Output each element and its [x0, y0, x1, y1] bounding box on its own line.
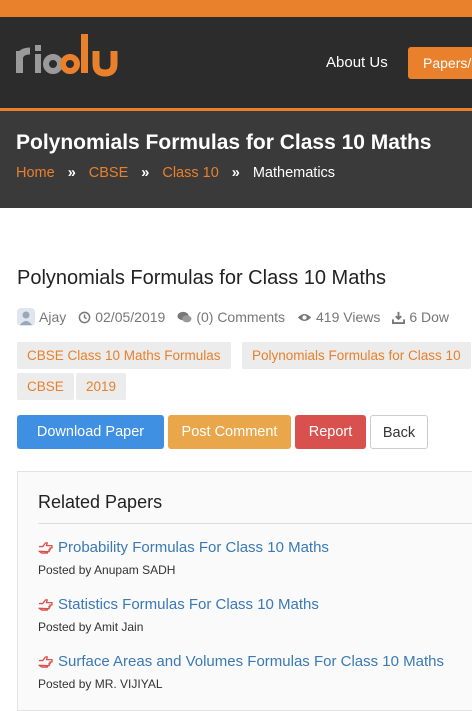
meta-downloads: 6 Dow — [392, 309, 449, 325]
breadcrumb-current: Mathematics — [252, 165, 336, 181]
eye-icon — [297, 313, 312, 321]
meta-downloads-count: 6 Dow — [409, 309, 450, 325]
page-banner: Polynomials Formulas for Class 10 Maths … — [0, 111, 472, 208]
meta-date: 02/05/2019 — [78, 309, 165, 325]
related-item-author: Posted by Anupam SADH — [38, 563, 176, 577]
breadcrumb-separator: » — [67, 165, 76, 181]
nav-papers-button[interactable]: Papers/ — [408, 47, 472, 79]
related-item-author: Posted by MR. VIJIYAL — [38, 677, 163, 691]
related-item-title: Probability Formulas For Class 10 Maths — [58, 539, 329, 556]
user-avatar-icon — [17, 308, 35, 326]
related-item-link[interactable]: Probability Formulas For Class 10 Maths — [38, 539, 329, 556]
top-accent-bar — [0, 0, 472, 17]
site-logo[interactable] — [15, 31, 126, 81]
meta-comments-count: (0) Comments — [196, 309, 285, 325]
meta-views: 419 Views — [297, 309, 380, 325]
tag-cbse-class-10-maths-formulas[interactable]: CBSE Class 10 Maths Formulas — [17, 342, 231, 369]
post-comment-button[interactable]: Post Comment — [168, 415, 291, 449]
related-item-title: Surface Areas and Volumes Formulas For C… — [58, 653, 445, 670]
page-title: Polynomials Formulas for Class 10 Maths — [17, 267, 387, 289]
meta-comments[interactable]: (0) Comments — [177, 309, 285, 325]
divider — [38, 523, 472, 524]
related-papers-panel: Related Papers Probability Formulas For … — [17, 471, 472, 711]
tag-polynomials-formulas[interactable]: Polynomials Formulas for Class 10 — [242, 342, 471, 369]
tag-cbse[interactable]: CBSE — [17, 373, 74, 400]
breadcrumb-home[interactable]: Home — [16, 165, 55, 181]
related-item: Statistics Formulas For Class 10 Maths P… — [38, 596, 319, 634]
related-papers-title: Related Papers — [38, 492, 163, 512]
download-paper-button[interactable]: Download Paper — [17, 415, 164, 449]
clock-icon — [78, 311, 91, 323]
meta-views-count: 419 Views — [316, 309, 381, 325]
nav-about-us[interactable]: About Us — [326, 54, 388, 71]
breadcrumb: Home » CBSE » Class 10 » Mathematics — [16, 165, 335, 181]
breadcrumb-cbse[interactable]: CBSE — [89, 165, 129, 181]
logo-mark-icon — [15, 34, 118, 77]
download-icon — [392, 311, 406, 324]
meta-date-value: 02/05/2019 — [95, 309, 166, 325]
report-button[interactable]: Report — [295, 415, 366, 449]
related-item-title: Statistics Formulas For Class 10 Maths — [58, 596, 319, 613]
hand-pointing-right-icon — [38, 656, 53, 668]
related-item: Probability Formulas For Class 10 Maths … — [38, 539, 329, 577]
tag-2019[interactable]: 2019 — [76, 373, 127, 400]
article-meta: Ajay 02/05/2019 (0) Comments 419 Views 6… — [17, 308, 461, 326]
banner-title: Polynomials Formulas for Class 10 Maths — [16, 131, 432, 154]
related-item: Surface Areas and Volumes Formulas For C… — [38, 653, 444, 691]
related-item-author: Posted by Amit Jain — [38, 620, 144, 634]
related-item-link[interactable]: Statistics Formulas For Class 10 Maths — [38, 596, 319, 613]
hand-pointing-right-icon — [38, 542, 53, 554]
hand-pointing-right-icon — [38, 599, 53, 611]
related-item-link[interactable]: Surface Areas and Volumes Formulas For C… — [38, 653, 444, 670]
breadcrumb-separator: » — [231, 165, 240, 181]
meta-author-name: Ajay — [39, 309, 67, 325]
back-button[interactable]: Back — [370, 415, 428, 449]
breadcrumb-class-10[interactable]: Class 10 — [162, 165, 218, 181]
meta-author[interactable]: Ajay — [17, 308, 66, 326]
site-header: About Us Papers/ — [0, 17, 472, 111]
comments-icon — [177, 311, 192, 322]
breadcrumb-separator: » — [141, 165, 150, 181]
